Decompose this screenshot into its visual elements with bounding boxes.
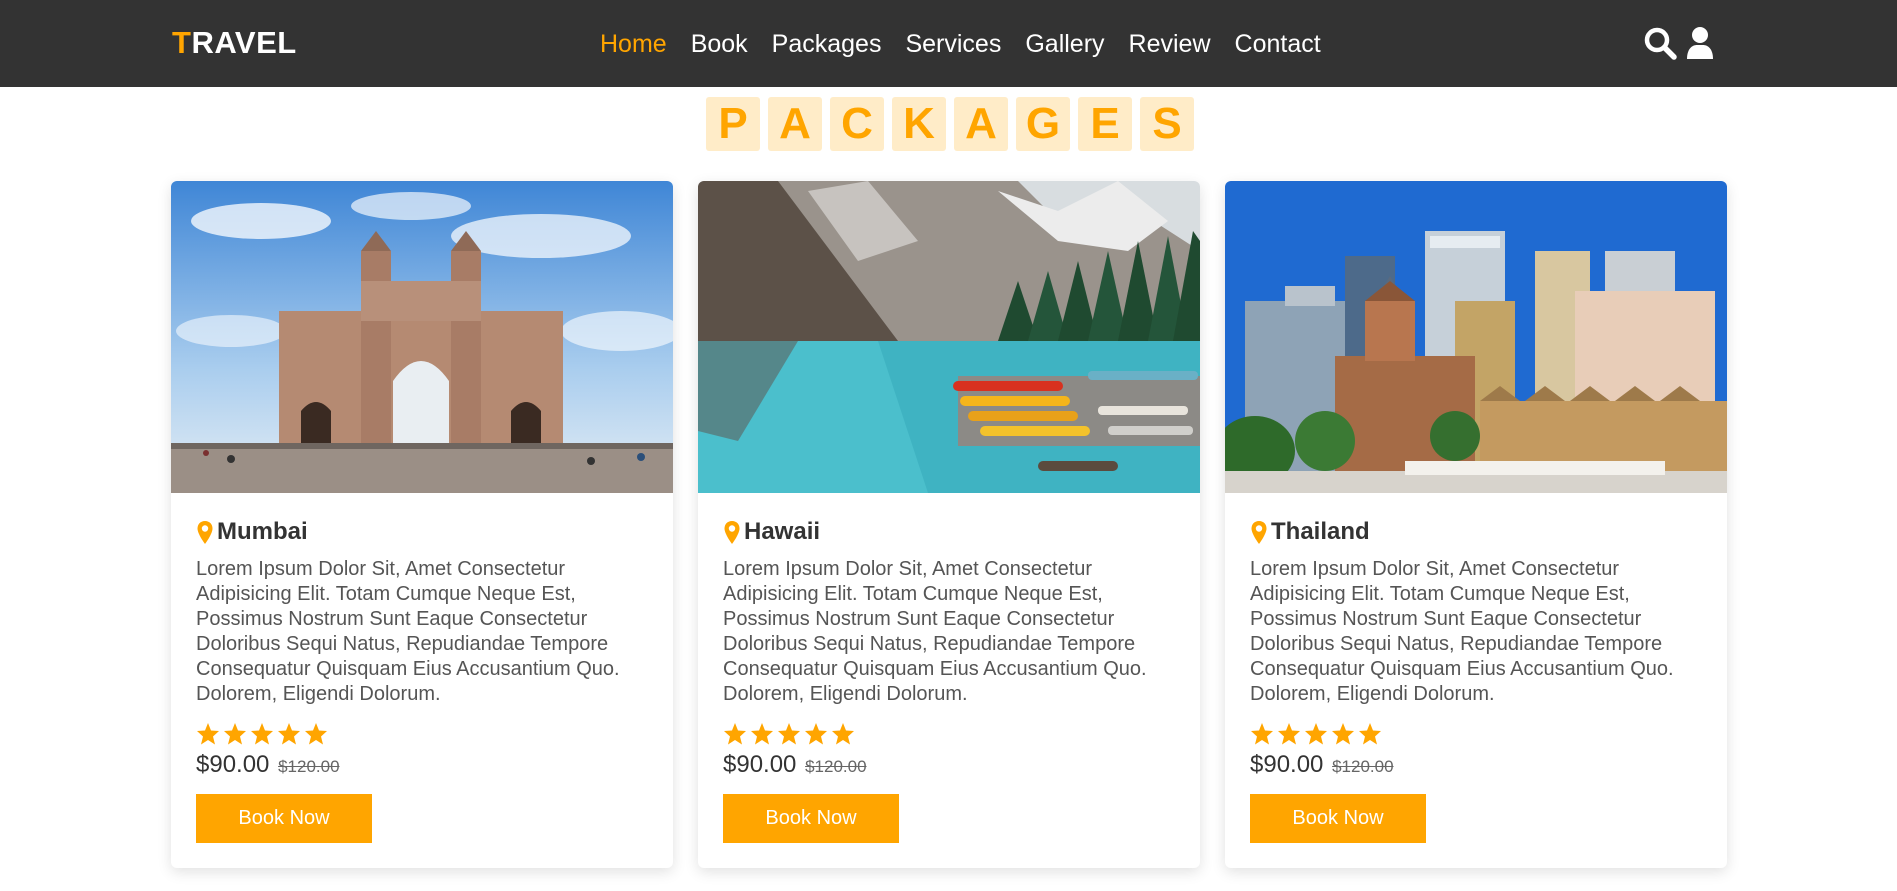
logo-first-letter: T: [172, 25, 192, 60]
old-price: $120.00: [805, 757, 867, 776]
heading-letter: K: [892, 97, 946, 151]
card-body: Thailand Lorem Ipsum Dolor Sit, Amet Con…: [1225, 493, 1727, 867]
heading-letter: E: [1078, 97, 1132, 151]
nav-packages[interactable]: Packages: [772, 29, 882, 59]
heading-letter: C: [830, 97, 884, 151]
star-rating: [723, 722, 1175, 746]
star-icon: [1251, 723, 1273, 745]
package-title: Hawaii: [723, 517, 1175, 547]
map-pin-icon: [1251, 520, 1267, 544]
gateway-of-india-photo: [171, 181, 673, 493]
book-now-button[interactable]: Book Now: [723, 794, 899, 843]
old-price: $120.00: [1332, 757, 1394, 776]
price: $90.00 $120.00: [723, 750, 1175, 782]
heading-letter: A: [768, 97, 822, 151]
star-icon: [1305, 723, 1327, 745]
nav-services[interactable]: Services: [905, 29, 1001, 59]
map-pin-icon: [197, 520, 213, 544]
logo-rest: RAVEL: [191, 25, 297, 60]
package-card-thailand: Thailand Lorem Ipsum Dolor Sit, Amet Con…: [1225, 181, 1727, 868]
nav-book[interactable]: Book: [691, 29, 748, 59]
star-icon: [305, 723, 327, 745]
star-icon: [278, 723, 300, 745]
star-icon: [1359, 723, 1381, 745]
nav-home[interactable]: Home: [600, 29, 667, 59]
packages-section: P A C K A G E S Mumbai Lorem Ipsum Dolor…: [0, 87, 1897, 891]
map-pin-icon: [724, 520, 740, 544]
current-price: $90.00: [196, 751, 270, 778]
current-price: $90.00: [723, 751, 797, 778]
package-description: Lorem Ipsum Dolor Sit, Amet Consectetur …: [723, 558, 1147, 705]
city-skyline-photo: [1225, 181, 1727, 493]
search-icon[interactable]: [1643, 26, 1679, 60]
nav-gallery[interactable]: Gallery: [1025, 29, 1104, 59]
star-icon: [724, 723, 746, 745]
star-icon: [751, 723, 773, 745]
nav-icons: [1643, 26, 1727, 60]
package-card-mumbai: Mumbai Lorem Ipsum Dolor Sit, Amet Conse…: [171, 181, 673, 868]
section-heading: P A C K A G E S: [706, 97, 1202, 151]
brand-logo[interactable]: TRAVEL: [172, 22, 297, 64]
star-rating: [1250, 722, 1702, 746]
top-navbar: TRAVEL Home Book Packages Services Galle…: [0, 0, 1897, 87]
star-icon: [832, 723, 854, 745]
main-nav: Home Book Packages Services Gallery Revi…: [600, 0, 1345, 87]
nav-review[interactable]: Review: [1129, 29, 1211, 59]
heading-letter: P: [706, 97, 760, 151]
star-icon: [197, 723, 219, 745]
old-price: $120.00: [278, 757, 340, 776]
star-rating: [196, 722, 648, 746]
star-icon: [778, 723, 800, 745]
star-icon: [805, 723, 827, 745]
package-name: Hawaii: [744, 518, 821, 545]
package-description: Lorem Ipsum Dolor Sit, Amet Consectetur …: [1250, 558, 1674, 705]
nav-contact[interactable]: Contact: [1235, 29, 1321, 59]
package-cards: Mumbai Lorem Ipsum Dolor Sit, Amet Conse…: [171, 181, 1752, 868]
card-body: Hawaii Lorem Ipsum Dolor Sit, Amet Conse…: [698, 493, 1200, 867]
heading-letter: G: [1016, 97, 1070, 151]
book-now-button[interactable]: Book Now: [1250, 794, 1426, 843]
card-body: Mumbai Lorem Ipsum Dolor Sit, Amet Conse…: [171, 493, 673, 867]
current-price: $90.00: [1250, 751, 1324, 778]
heading-letter: S: [1140, 97, 1194, 151]
package-description: Lorem Ipsum Dolor Sit, Amet Consectetur …: [196, 558, 620, 705]
package-name: Mumbai: [217, 518, 308, 545]
user-icon[interactable]: [1685, 26, 1721, 60]
star-icon: [224, 723, 246, 745]
book-now-button[interactable]: Book Now: [196, 794, 372, 843]
mountain-lake-photo: [698, 181, 1200, 493]
star-icon: [1332, 723, 1354, 745]
package-title: Thailand: [1250, 517, 1702, 547]
package-card-hawaii: Hawaii Lorem Ipsum Dolor Sit, Amet Conse…: [698, 181, 1200, 868]
package-title: Mumbai: [196, 517, 648, 547]
package-name: Thailand: [1271, 518, 1370, 545]
heading-letter: A: [954, 97, 1008, 151]
star-icon: [251, 723, 273, 745]
price: $90.00 $120.00: [1250, 750, 1702, 782]
price: $90.00 $120.00: [196, 750, 648, 782]
star-icon: [1278, 723, 1300, 745]
